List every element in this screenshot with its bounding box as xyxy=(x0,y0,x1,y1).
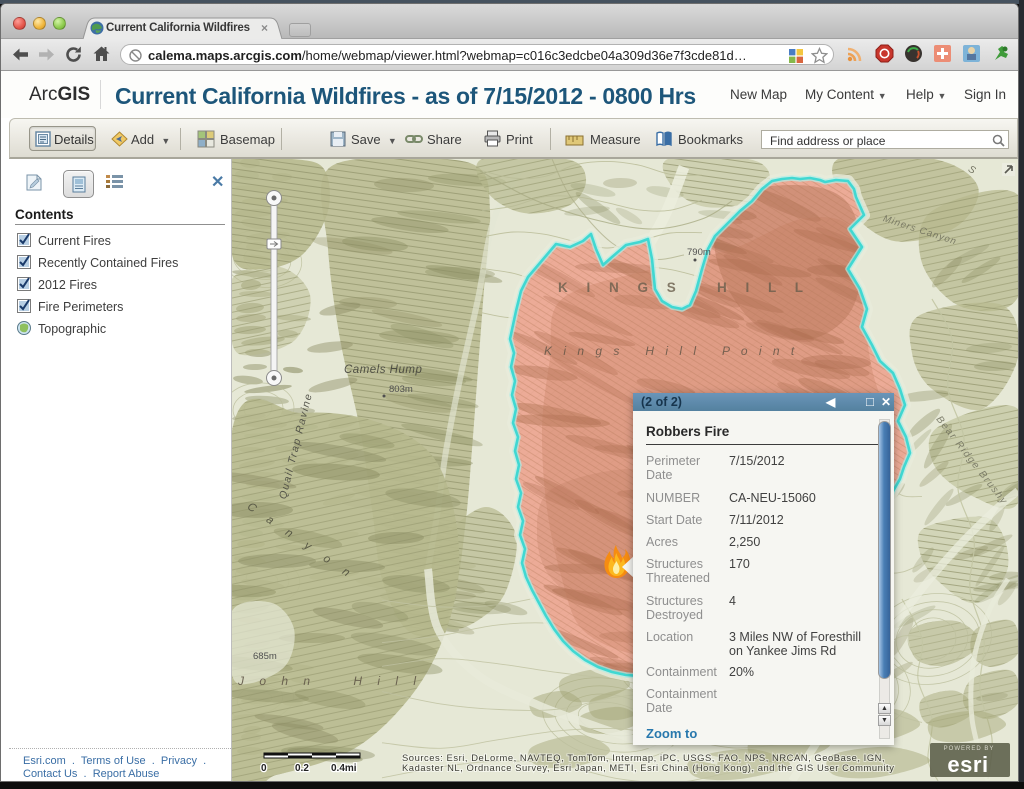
svg-text:Kadaster NL, Ordnance Survey,: Kadaster NL, Ordnance Survey, Esri Japan… xyxy=(402,762,894,773)
svg-text:0: 0 xyxy=(261,763,267,774)
svg-text:803m: 803m xyxy=(389,384,413,395)
svg-text:0.4mi: 0.4mi xyxy=(331,763,357,774)
svg-text:685m: 685m xyxy=(253,651,277,662)
svg-text:Camels Hump: Camels Hump xyxy=(344,364,422,376)
svg-text:790m: 790m xyxy=(687,247,711,258)
svg-text:K i n g s H i l l P o i n: K i n g s H i l l P o i n t xyxy=(544,344,798,358)
svg-text:0.2: 0.2 xyxy=(295,763,309,774)
svg-text:K I N G S H I L L: K I N G S H I L L xyxy=(558,280,811,295)
svg-text:J o h n H i l l: J o h n H i l l xyxy=(237,674,422,688)
svg-text:esri: esri xyxy=(947,752,988,777)
